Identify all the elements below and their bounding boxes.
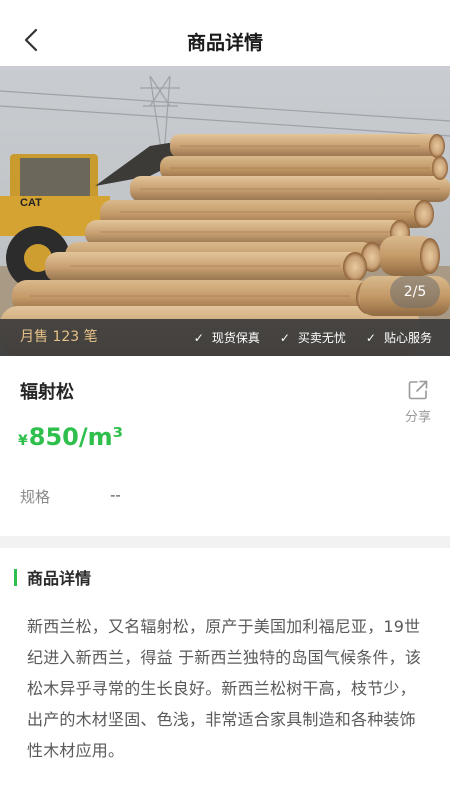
top-navbar: 商品详情 xyxy=(0,0,450,66)
section-divider xyxy=(0,536,450,548)
monthly-sales-count: 月售 123 笔 xyxy=(20,329,98,345)
product-image-gallery[interactable]: CAT 2/5 xyxy=(0,66,450,356)
guarantee-item: ✓ 贴心服务 xyxy=(366,329,432,346)
price-currency: ¥ xyxy=(18,433,28,449)
guarantee-label: 贴心服务 xyxy=(383,331,432,345)
guarantee-item: ✓ 现货保真 xyxy=(194,329,260,346)
image-page-indicator: 2/5 xyxy=(390,276,440,308)
page-title: 商品详情 xyxy=(186,32,263,54)
price-amount: 850 xyxy=(28,423,79,451)
section-accent-bar xyxy=(14,568,17,586)
product-info-card: 辐射松 分享 ¥850/m³ 规格 -- xyxy=(0,356,450,536)
share-icon xyxy=(408,380,428,400)
details-description: 新西兰松，又名辐射松，原产于美国加利福尼亚，19世纪进入新西兰，得益 于新西兰独… xyxy=(27,617,422,760)
svg-text:CAT: CAT xyxy=(20,197,42,209)
guarantee-list: ✓ 现货保真 ✓ 买卖无忧 ✓ 贴心服务 xyxy=(194,319,432,356)
price-unit: /m³ xyxy=(78,423,124,451)
sales-guarantee-bar: 月售 123 笔 ✓ 现货保真 ✓ 买卖无忧 ✓ 贴心服务 xyxy=(0,319,450,356)
checkmark-icon: ✓ xyxy=(193,330,204,345)
share-label: 分享 xyxy=(404,410,431,425)
product-name: 辐射松 xyxy=(20,382,74,403)
product-details-section: 商品详情 新西兰松，又名辐射松，原产于美国加利福尼亚，19世纪进入新西兰，得益 … xyxy=(0,548,450,800)
checkmark-icon: ✓ xyxy=(279,330,290,345)
product-price: ¥850/m³ xyxy=(18,423,123,451)
details-title: 商品详情 xyxy=(27,569,92,588)
details-header: 商品详情 xyxy=(14,568,92,588)
guarantee-label: 买卖无忧 xyxy=(297,331,346,345)
guarantee-item: ✓ 买卖无忧 xyxy=(280,329,346,346)
product-photo: CAT xyxy=(0,66,450,356)
checkmark-icon: ✓ xyxy=(365,330,376,345)
spec-label: 规格 xyxy=(20,488,51,506)
guarantee-label: 现货保真 xyxy=(211,331,260,345)
spec-value: -- xyxy=(110,486,121,504)
share-button[interactable]: 分享 xyxy=(398,378,438,425)
